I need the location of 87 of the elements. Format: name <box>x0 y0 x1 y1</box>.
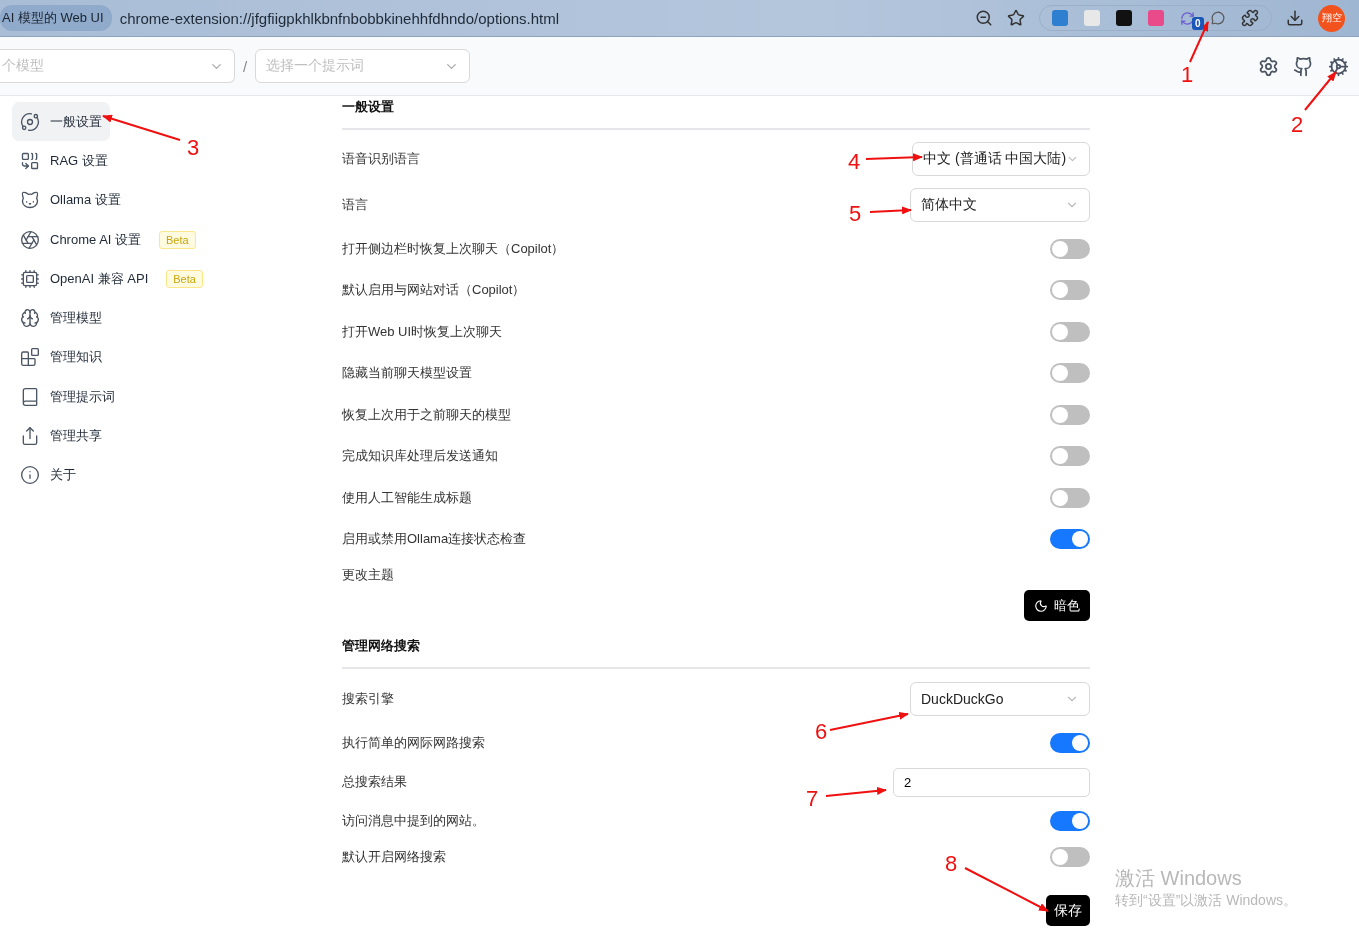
annotation-number: 1 <box>1180 62 1194 87</box>
annotation-number: 7 <box>805 786 819 811</box>
toggle-switch[interactable] <box>1050 446 1090 467</box>
setting-label: 搜索引擎 <box>342 690 394 708</box>
setting-label: 默认启用与网站对话（Copilot） <box>342 281 526 300</box>
toggle-switch[interactable] <box>1050 811 1090 831</box>
star-icon[interactable] <box>1007 9 1025 27</box>
sidebar-item[interactable]: OpenAI 兼容 API Beta <box>12 259 211 299</box>
setting-label: 更改主题 <box>342 566 395 584</box>
zoom-icon[interactable] <box>975 9 993 27</box>
settings-icon[interactable] <box>1328 55 1349 77</box>
toggle-switch[interactable] <box>1050 363 1090 384</box>
share-icon <box>20 426 40 446</box>
toggle-switch[interactable] <box>1050 529 1090 550</box>
github-icon[interactable] <box>1293 55 1314 77</box>
annotation-arrow <box>825 786 887 797</box>
sidebar-item[interactable]: Chrome AI 设置 Beta <box>12 219 204 260</box>
sidebar-item[interactable]: 管理提示词 <box>12 377 123 417</box>
toggle-switch[interactable] <box>1050 847 1090 867</box>
annotation-number: 3 <box>186 135 200 160</box>
annotation-number: 2 <box>1290 112 1304 137</box>
setting-label: 启用或禁用Ollama连接状态检查 <box>342 530 527 549</box>
save-button[interactable]: 保存 <box>1046 895 1090 926</box>
annotation-number: 5 <box>848 201 862 226</box>
aperture-icon <box>20 229 40 250</box>
toggle-switch[interactable] <box>1050 280 1090 301</box>
cat-icon <box>20 190 40 211</box>
sidebar-item[interactable]: 关于 <box>12 455 84 495</box>
sidebar-item[interactable]: 管理共享 <box>12 416 110 456</box>
separator: / <box>243 57 248 75</box>
tab-title[interactable]: AI 模型的 Web UI <box>0 5 112 31</box>
toggle-switch[interactable] <box>1050 404 1090 425</box>
settings-icon[interactable] <box>1258 55 1279 77</box>
puzzle-icon[interactable] <box>1241 9 1259 27</box>
info-icon <box>20 465 40 486</box>
orbit-icon <box>20 111 40 132</box>
toggle-switch[interactable] <box>1050 487 1090 508</box>
annotation-arrow <box>1189 21 1209 63</box>
setting-label: 完成知识库处理后发送通知 <box>342 447 498 466</box>
section-title: 管理网络搜索 <box>342 637 1090 669</box>
annotation-number: 8 <box>944 851 958 876</box>
grid-icon <box>20 150 40 171</box>
setting-label: 打开侧边栏时恢复上次聊天（Copilot） <box>342 239 565 258</box>
setting-label: 执行简单的网际网路搜索 <box>342 734 485 752</box>
book-icon <box>20 386 40 407</box>
number-field[interactable]: 2 <box>893 767 1090 797</box>
refresh-icon[interactable] <box>1180 10 1195 26</box>
beta-badge: Beta <box>159 230 196 249</box>
theme-button[interactable]: 暗色 <box>1024 590 1090 621</box>
sidebar-item[interactable]: Ollama 设置 <box>12 180 129 220</box>
sidebar-item[interactable]: 管理知识 <box>12 337 110 378</box>
section-title: 一般设置 <box>342 98 1090 130</box>
toggle-switch[interactable] <box>1050 733 1090 753</box>
brain-icon <box>20 308 40 329</box>
blocks-icon <box>20 347 40 368</box>
annotation-arrow <box>869 206 912 215</box>
sidebar-item[interactable]: 管理模型 <box>12 298 110 338</box>
setting-label: 访问消息中提到的网站。 <box>342 812 485 830</box>
select-field[interactable]: 中文 (普通话 中国大陆) <box>912 142 1090 176</box>
count-badge: 0 <box>1192 16 1204 30</box>
extension-icon[interactable] <box>1116 10 1132 26</box>
download-icon[interactable] <box>1286 9 1304 27</box>
annotation-arrow <box>865 153 923 162</box>
annotation-arrow <box>1304 71 1337 111</box>
setting-label: 语音识别语言 <box>342 150 420 168</box>
moon-icon <box>1034 598 1048 613</box>
chip-icon <box>20 268 40 289</box>
activation-title: 激活 Windows <box>1115 866 1243 891</box>
toggle-switch[interactable] <box>1050 321 1090 342</box>
setting-label: 打开Web UI时恢复上次聊天 <box>342 322 503 341</box>
sidebar-item[interactable]: 一般设置 <box>12 102 110 142</box>
select-field[interactable]: 简体中文 <box>910 188 1090 222</box>
select-field[interactable]: DuckDuckGo <box>910 682 1090 716</box>
sidebar-item[interactable]: RAG 设置 <box>12 141 116 181</box>
beta-badge: Beta <box>166 269 203 288</box>
activation-text: 转到“设置”以激活 Windows。 <box>1115 892 1297 910</box>
setting-label: 隐藏当前聊天模型设置 <box>342 364 472 383</box>
annotation-number: 4 <box>847 149 861 174</box>
setting-label: 使用人工智能生成标题 <box>342 488 472 507</box>
setting-label: 恢复上次用于之前聊天的模型 <box>342 405 511 424</box>
chat-icon[interactable] <box>1211 11 1225 25</box>
setting-label: 语言 <box>342 196 368 214</box>
setting-label: 默认开启网络搜索 <box>342 848 446 866</box>
address-bar[interactable]: chrome-extension://jfgfiigpkhlkbnfnbobbkinehhfdhndo/options.html <box>119 9 967 27</box>
annotation-number: 6 <box>814 719 828 744</box>
setting-label: 总搜索结果 <box>342 773 407 791</box>
toggle-switch[interactable] <box>1050 238 1090 259</box>
